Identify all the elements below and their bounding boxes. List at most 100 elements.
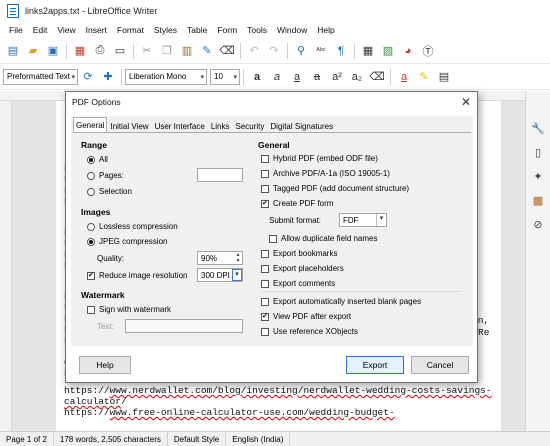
- menu-form[interactable]: Form: [212, 25, 242, 35]
- resolution-combobox[interactable]: 300 DPI ▾: [197, 268, 243, 282]
- insert-chart-icon[interactable]: ◕: [399, 42, 417, 60]
- font-size-dropdown[interactable]: 10 ▾: [210, 68, 240, 85]
- highlight-color-icon[interactable]: ✎: [415, 68, 433, 86]
- styles-icon[interactable]: ✦: [529, 167, 547, 185]
- character-shading-icon[interactable]: ▤: [435, 68, 453, 86]
- navigator-icon[interactable]: ⊘: [529, 215, 547, 233]
- archive-pdf-checkbox[interactable]: Archive PDF/A-1a (ISO 19005-1): [261, 169, 390, 178]
- paste-icon[interactable]: ▥: [178, 42, 196, 60]
- tab-digital-signatures[interactable]: Digital Signatures: [267, 119, 336, 133]
- font-color-icon[interactable]: a: [395, 68, 413, 86]
- hybrid-pdf-checkbox[interactable]: Hybrid PDF (embed ODF file): [261, 154, 378, 163]
- range-pages-radio[interactable]: Pages:: [87, 171, 124, 180]
- reduce-resolution-checkbox[interactable]: Reduce image resolution: [87, 271, 188, 280]
- clear-formatting-icon[interactable]: ⌫: [218, 42, 236, 60]
- clear-direct-formatting-icon[interactable]: ⌫: [368, 68, 386, 86]
- reference-xobjects-checkbox[interactable]: Use reference XObjects: [261, 327, 358, 336]
- close-icon[interactable]: ✕: [461, 95, 471, 109]
- undo-icon[interactable]: ↶: [245, 42, 263, 60]
- doc-link[interactable]: www.free-online-calculator-use.com/weddi…: [110, 407, 395, 418]
- jpeg-radio[interactable]: JPEG compression: [87, 237, 167, 246]
- watermark-text-input[interactable]: [125, 319, 243, 333]
- status-language[interactable]: English (India): [226, 432, 291, 446]
- export-pdf-icon[interactable]: ▦: [71, 42, 89, 60]
- menu-format[interactable]: Format: [112, 25, 149, 35]
- submit-format-select[interactable]: FDF ▾: [339, 213, 387, 227]
- pages-input[interactable]: [197, 168, 243, 182]
- status-bar: Page 1 of 2 178 words, 2,505 characters …: [0, 431, 550, 446]
- allow-duplicate-checkbox[interactable]: Allow duplicate field names: [269, 234, 378, 243]
- chevron-down-icon[interactable]: ▾: [232, 269, 242, 281]
- underline-icon[interactable]: a: [288, 68, 306, 86]
- tab-initial-view[interactable]: Initial View: [107, 119, 151, 133]
- dialog-title: PDF Options: [72, 97, 121, 107]
- spelling-icon[interactable]: ᴬᵇᶜ: [312, 42, 330, 60]
- view-after-export-checkbox[interactable]: View PDF after export: [261, 312, 351, 321]
- print-icon[interactable]: ⎙: [91, 42, 109, 60]
- export-placeholders-checkbox[interactable]: Export placeholders: [261, 264, 344, 273]
- open-folder-icon[interactable]: ▰: [24, 42, 42, 60]
- menu-window[interactable]: Window: [272, 25, 312, 35]
- chevron-down-icon[interactable]: ▾: [376, 214, 386, 226]
- blank-pages-checkbox[interactable]: Export automatically inserted blank page…: [261, 297, 421, 306]
- update-style-icon[interactable]: ⟳: [79, 68, 97, 86]
- create-form-checkbox[interactable]: Create PDF form: [261, 199, 333, 208]
- sign-watermark-checkbox[interactable]: Sign with watermark: [87, 305, 171, 314]
- range-selection-radio[interactable]: Selection: [87, 187, 132, 196]
- menu-help[interactable]: Help: [312, 25, 339, 35]
- dialog-tabs: General Initial View User Interface Link…: [73, 117, 336, 133]
- menu-table[interactable]: Table: [182, 25, 212, 35]
- spin-arrows-icon[interactable]: ▲ ▼: [234, 252, 242, 264]
- clone-formatting-icon[interactable]: ✎: [198, 42, 216, 60]
- formatting-marks-icon[interactable]: ¶: [332, 42, 350, 60]
- tab-security[interactable]: Security: [233, 119, 268, 133]
- subscript-icon[interactable]: a₂: [348, 68, 366, 86]
- doc-link[interactable]: www.nerdwallet.com/blog/investing/nerdwa…: [110, 385, 492, 396]
- quality-spinbox[interactable]: 90% ▲ ▼: [197, 251, 243, 265]
- range-all-radio[interactable]: All: [87, 155, 108, 164]
- lossless-radio[interactable]: Lossless compression: [87, 222, 178, 231]
- page-icon[interactable]: ▯: [529, 143, 547, 161]
- menu-tools[interactable]: Tools: [242, 25, 272, 35]
- font-name-dropdown[interactable]: Liberation Mono ▾: [125, 68, 207, 85]
- cut-icon[interactable]: ✂: [138, 42, 156, 60]
- menu-styles[interactable]: Styles: [149, 25, 182, 35]
- insert-image-icon[interactable]: ▨: [379, 42, 397, 60]
- status-page-count[interactable]: Page 1 of 2: [0, 432, 54, 446]
- menu-view[interactable]: View: [52, 25, 80, 35]
- gallery-icon[interactable]: ▩: [529, 191, 547, 209]
- tab-user-interface[interactable]: User Interface: [152, 119, 208, 133]
- menu-insert[interactable]: Insert: [81, 25, 112, 35]
- tab-general[interactable]: General: [73, 117, 108, 133]
- status-word-count[interactable]: 178 words, 2,505 characters: [54, 432, 168, 446]
- tab-links[interactable]: Links: [208, 119, 233, 133]
- export-button[interactable]: Export: [346, 356, 404, 374]
- insert-table-icon[interactable]: ▦: [359, 42, 377, 60]
- superscript-icon[interactable]: a²: [328, 68, 346, 86]
- save-icon[interactable]: ▣: [44, 42, 62, 60]
- italic-icon[interactable]: a: [268, 68, 286, 86]
- copy-icon[interactable]: ❐: [158, 42, 176, 60]
- menu-file[interactable]: File: [4, 25, 28, 35]
- insert-textbox-icon[interactable]: Ⓣ: [419, 42, 437, 60]
- cancel-button[interactable]: Cancel: [411, 356, 469, 374]
- export-bookmarks-checkbox[interactable]: Export bookmarks: [261, 249, 337, 258]
- properties-icon[interactable]: 🔧: [529, 119, 547, 137]
- status-page-style[interactable]: Default Style: [168, 432, 227, 446]
- print-preview-icon[interactable]: ▭: [111, 42, 129, 60]
- doc-link[interactable]: calculator: [64, 396, 121, 407]
- export-comments-checkbox[interactable]: Export comments: [261, 279, 335, 288]
- export-comments-label: Export comments: [273, 279, 336, 288]
- new-style-icon[interactable]: ✚: [99, 68, 117, 86]
- bold-icon[interactable]: a: [248, 68, 266, 86]
- blank-pages-label: Export automatically inserted blank page…: [273, 297, 422, 306]
- standard-toolbar: ▤ ▰ ▣ ▦ ⎙ ▭ ✂ ❐ ▥ ✎ ⌫ ↶ ↷ ⚲ ᴬᵇᶜ ¶ ▦ ▨ ◕ …: [0, 38, 550, 64]
- help-button[interactable]: Help: [79, 356, 131, 374]
- menu-edit[interactable]: Edit: [28, 25, 53, 35]
- paragraph-style-dropdown[interactable]: Preformatted Text ▾: [3, 68, 78, 85]
- new-document-icon[interactable]: ▤: [4, 42, 22, 60]
- redo-icon[interactable]: ↷: [265, 42, 283, 60]
- tagged-pdf-checkbox[interactable]: Tagged PDF (add document structure): [261, 184, 409, 193]
- strikethrough-icon[interactable]: a: [308, 68, 326, 86]
- find-replace-icon[interactable]: ⚲: [292, 42, 310, 60]
